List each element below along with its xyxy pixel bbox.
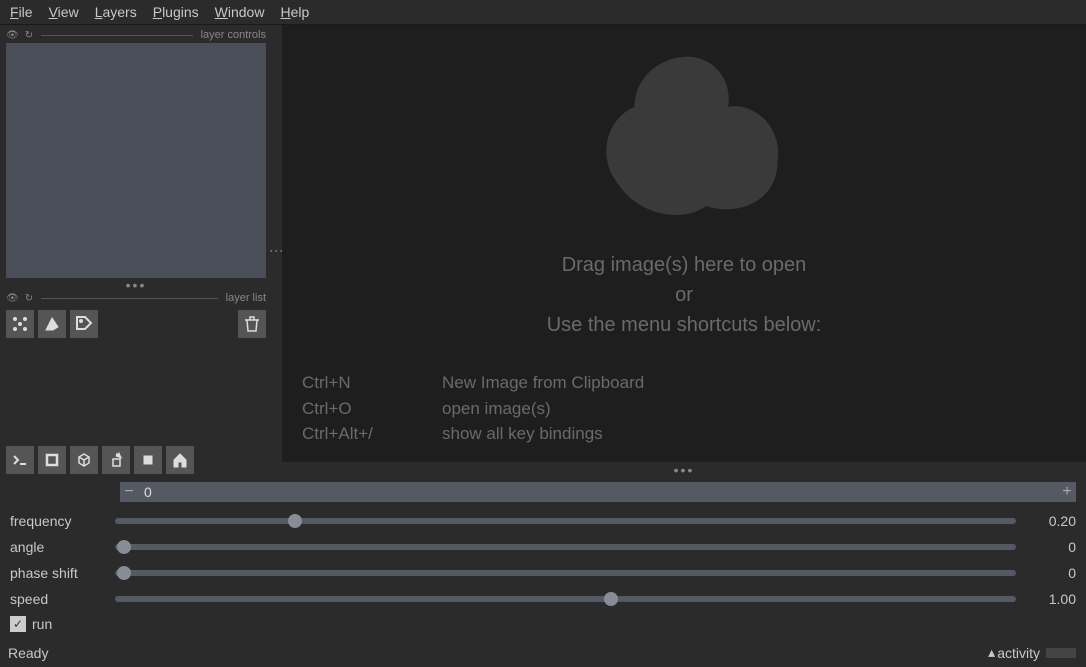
shortcut-key: Ctrl+Alt+/ xyxy=(302,421,402,447)
new-shape-button[interactable] xyxy=(38,310,66,338)
shortcut-desc: open image(s) xyxy=(442,396,551,422)
slider-angle: angle 0 xyxy=(10,534,1076,560)
shortcut-row: Ctrl+N New Image from Clipboard xyxy=(302,370,644,396)
menu-help[interactable]: Help xyxy=(280,4,309,20)
stepper[interactable]: − 0 + xyxy=(120,482,1076,502)
drag-message: Drag image(s) here to open xyxy=(547,250,822,280)
activity-indicator[interactable]: ▴ activity xyxy=(988,644,1076,661)
stop-button[interactable] xyxy=(134,446,162,474)
slider-track[interactable] xyxy=(115,596,1016,602)
bottom-toolbar xyxy=(6,442,266,478)
shortcut-key: Ctrl+O xyxy=(302,396,402,422)
stepper-plus[interactable]: + xyxy=(1058,483,1076,501)
layer-controls-label: layer controls xyxy=(201,29,266,41)
shortcut-row: Ctrl+Alt+/ show all key bindings xyxy=(302,421,644,447)
menu-view[interactable]: View xyxy=(49,4,79,20)
refresh-icon[interactable]: ↻ xyxy=(25,293,33,304)
slider-thumb[interactable] xyxy=(117,540,131,554)
slider-speed: speed 1.00 xyxy=(10,586,1076,612)
menu-file[interactable]: File xyxy=(10,4,33,20)
home-button[interactable] xyxy=(166,446,194,474)
slider-thumb[interactable] xyxy=(117,566,131,580)
shortcut-desc: show all key bindings xyxy=(442,421,603,447)
slider-value: 0.20 xyxy=(1026,513,1076,529)
slider-track[interactable] xyxy=(115,570,1016,576)
slider-label: frequency xyxy=(10,513,105,529)
menu-plugins[interactable]: Plugins xyxy=(153,4,199,20)
resize-handle-h2[interactable]: ••• xyxy=(282,462,1086,478)
slider-frequency: frequency 0.20 xyxy=(10,508,1076,534)
rotate-button[interactable] xyxy=(102,446,130,474)
slider-track[interactable] xyxy=(115,544,1016,550)
slider-label: phase shift xyxy=(10,565,105,581)
left-panel: 👁 ↻ layer controls ••• 👁 ↻ layer list xyxy=(0,25,272,478)
layer-controls-header: 👁 ↻ layer controls xyxy=(6,29,266,41)
menu-layers[interactable]: Layers xyxy=(95,4,137,20)
shortcuts-list: Ctrl+N New Image from Clipboard Ctrl+O o… xyxy=(302,370,644,447)
slider-label: angle xyxy=(10,539,105,555)
slider-phase-shift: phase shift 0 xyxy=(10,560,1076,586)
slider-value: 0 xyxy=(1026,565,1076,581)
square-button[interactable] xyxy=(38,446,66,474)
menubar: File View Layers Plugins Window Help xyxy=(0,0,1086,25)
activity-bar xyxy=(1046,648,1076,658)
slider-value: 0 xyxy=(1026,539,1076,555)
delete-button[interactable] xyxy=(238,310,266,338)
blob-icon xyxy=(574,40,794,240)
slider-track[interactable] xyxy=(115,518,1016,524)
stepper-minus[interactable]: − xyxy=(120,483,138,501)
activity-label: activity xyxy=(997,645,1040,661)
shortcut-key: Ctrl+N xyxy=(302,370,402,396)
stepper-value[interactable]: 0 xyxy=(138,484,1058,500)
slider-label: speed xyxy=(10,591,105,607)
resize-handle-h[interactable]: ••• xyxy=(6,278,266,292)
canvas[interactable]: Drag image(s) here to open or Use the me… xyxy=(282,25,1086,462)
refresh-icon[interactable]: ↻ xyxy=(25,30,33,41)
shortcut-row: Ctrl+O open image(s) xyxy=(302,396,644,422)
cube-button[interactable] xyxy=(70,446,98,474)
layer-list-header: 👁 ↻ layer list xyxy=(6,292,266,304)
resize-handle-v[interactable]: ⋮ xyxy=(272,25,282,478)
slider-thumb[interactable] xyxy=(604,592,618,606)
eye-icon[interactable]: 👁 xyxy=(6,293,19,304)
run-label: run xyxy=(32,616,52,632)
menu-message: Use the menu shortcuts below: xyxy=(547,310,822,340)
console-button[interactable] xyxy=(6,446,34,474)
layer-preview[interactable] xyxy=(6,43,266,278)
status-text: Ready xyxy=(8,645,988,661)
new-label-button[interactable] xyxy=(70,310,98,338)
chevron-up-icon: ▴ xyxy=(988,644,995,661)
eye-icon[interactable]: 👁 xyxy=(6,30,19,41)
controls-panel: − 0 + frequency 0.20 angle 0 phase shift… xyxy=(0,478,1086,640)
shortcut-desc: New Image from Clipboard xyxy=(442,370,644,396)
new-points-button[interactable] xyxy=(6,310,34,338)
slider-value: 1.00 xyxy=(1026,591,1076,607)
layer-list-label: layer list xyxy=(226,292,266,304)
layer-toolbar xyxy=(6,310,266,338)
or-text: or xyxy=(547,280,822,310)
run-checkbox[interactable]: ✓ xyxy=(10,616,26,632)
run-checkbox-row: ✓ run xyxy=(10,616,1076,632)
menu-window[interactable]: Window xyxy=(215,4,265,20)
statusbar: Ready ▴ activity xyxy=(0,640,1086,667)
slider-thumb[interactable] xyxy=(288,514,302,528)
